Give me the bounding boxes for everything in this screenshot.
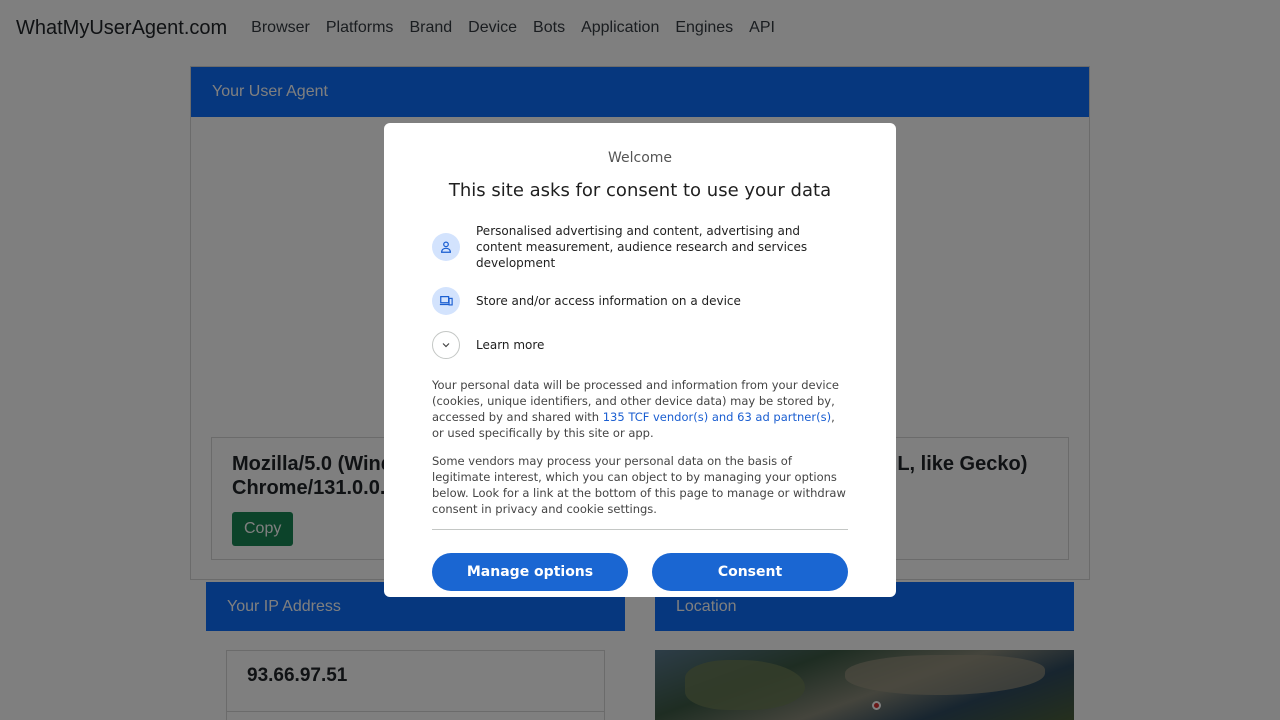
consent-buttons: Manage options Consent — [432, 553, 848, 591]
consent-welcome: Welcome — [607, 150, 673, 166]
purpose-device-storage: Store and/or access information on a dev… — [432, 287, 848, 315]
consent-divider — [432, 529, 848, 530]
purpose-device-storage-text: Store and/or access information on a dev… — [476, 294, 741, 308]
manage-options-button[interactable]: Manage options — [432, 553, 628, 591]
learn-more-label[interactable]: Learn more — [476, 337, 544, 353]
consent-dialog: Welcome This site asks for consent to us… — [384, 123, 896, 597]
vendors-link[interactable]: 135 TCF vendor(s) and 63 ad partner(s) — [603, 410, 831, 424]
chevron-down-icon[interactable] — [432, 331, 460, 359]
purpose-advertising-text: Personalised advertising and content, ad… — [476, 224, 808, 270]
consent-headline: This site asks for consent to use your d… — [448, 180, 832, 201]
devices-icon — [432, 287, 460, 315]
person-icon — [432, 233, 460, 261]
learn-more-toggle[interactable]: Learn more — [432, 331, 848, 359]
purpose-advertising: Personalised advertising and content, ad… — [432, 223, 848, 271]
consent-paragraph-2: Some vendors may process your personal d… — [432, 454, 846, 516]
consent-paragraph-1: Your personal data will be processed and… — [432, 377, 848, 441]
consent-button[interactable]: Consent — [652, 553, 848, 591]
